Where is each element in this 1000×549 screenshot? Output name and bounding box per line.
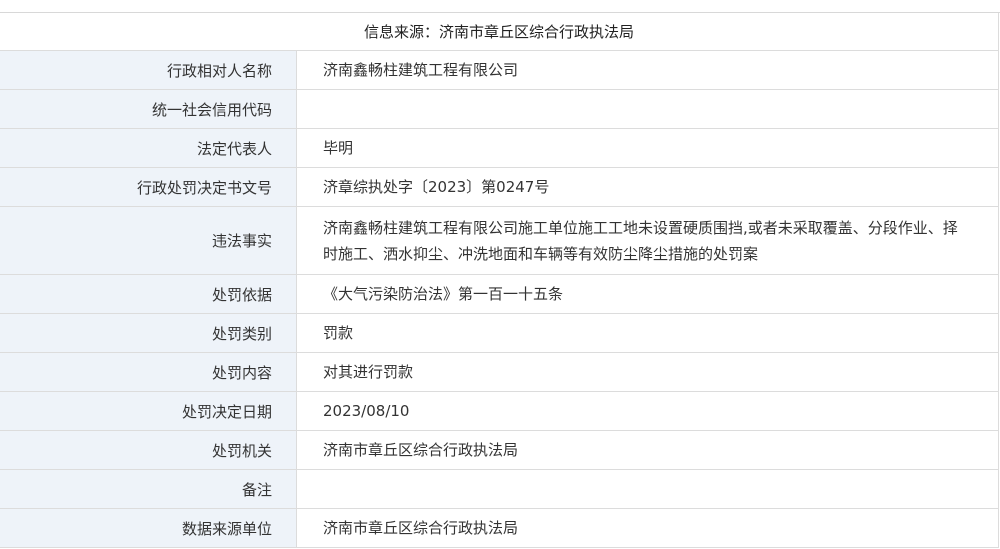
row-label: 违法事实 bbox=[0, 207, 297, 274]
row-penalty-basis: 处罚依据 《大气污染防治法》第一百一十五条 bbox=[0, 275, 998, 314]
row-value: 济南市章丘区综合行政执法局 bbox=[323, 441, 519, 459]
row-value: 毕明 bbox=[323, 139, 354, 157]
row-violation-facts: 违法事实 济南鑫畅柱建筑工程有限公司施工单位施工工地未设置硬质围挡,或者未采取覆… bbox=[0, 207, 998, 275]
row-remarks: 备注 bbox=[0, 470, 998, 509]
penalty-info-table: 信息来源：济南市章丘区综合行政执法局 行政相对人名称 济南鑫畅柱建筑工程有限公司… bbox=[0, 13, 999, 548]
row-value: 2023/08/10 bbox=[323, 402, 410, 420]
row-value bbox=[297, 90, 998, 128]
row-legal-representative: 法定代表人 毕明 bbox=[0, 129, 998, 168]
row-label: 行政处罚决定书文号 bbox=[0, 168, 297, 206]
row-value: 济南鑫畅柱建筑工程有限公司施工单位施工工地未设置硬质围挡,或者未采取覆盖、分段作… bbox=[323, 218, 958, 263]
row-label: 处罚决定日期 bbox=[0, 392, 297, 430]
row-penalty-content: 处罚内容 对其进行罚款 bbox=[0, 353, 998, 392]
top-bar bbox=[0, 0, 1000, 13]
row-label: 处罚类别 bbox=[0, 314, 297, 352]
row-decision-date: 处罚决定日期 2023/08/10 bbox=[0, 392, 998, 431]
row-value bbox=[297, 470, 998, 508]
row-label: 处罚依据 bbox=[0, 275, 297, 313]
row-label: 处罚机关 bbox=[0, 431, 297, 469]
row-label: 行政相对人名称 bbox=[0, 51, 297, 89]
row-label: 数据来源单位 bbox=[0, 509, 297, 547]
row-value: 对其进行罚款 bbox=[323, 363, 414, 381]
row-penalty-type: 处罚类别 罚款 bbox=[0, 314, 998, 353]
row-decision-number: 行政处罚决定书文号 济章综执处字〔2023〕第0247号 bbox=[0, 168, 998, 207]
row-label: 处罚内容 bbox=[0, 353, 297, 391]
row-value: 济章综执处字〔2023〕第0247号 bbox=[323, 178, 550, 196]
row-credit-code: 统一社会信用代码 bbox=[0, 90, 998, 129]
row-party-name: 行政相对人名称 济南鑫畅柱建筑工程有限公司 bbox=[0, 51, 998, 90]
row-value: 济南市章丘区综合行政执法局 bbox=[323, 519, 519, 537]
row-value: 《大气污染防治法》第一百一十五条 bbox=[323, 285, 564, 303]
row-label: 统一社会信用代码 bbox=[0, 90, 297, 128]
row-label: 法定代表人 bbox=[0, 129, 297, 167]
row-penalty-authority: 处罚机关 济南市章丘区综合行政执法局 bbox=[0, 431, 998, 470]
row-data-source-unit: 数据来源单位 济南市章丘区综合行政执法局 bbox=[0, 509, 998, 548]
row-value: 济南鑫畅柱建筑工程有限公司 bbox=[323, 61, 519, 79]
row-label: 备注 bbox=[0, 470, 297, 508]
row-value: 罚款 bbox=[323, 324, 354, 342]
info-source-text: 信息来源：济南市章丘区综合行政执法局 bbox=[363, 23, 634, 41]
table-header-row: 信息来源：济南市章丘区综合行政执法局 bbox=[0, 13, 998, 51]
